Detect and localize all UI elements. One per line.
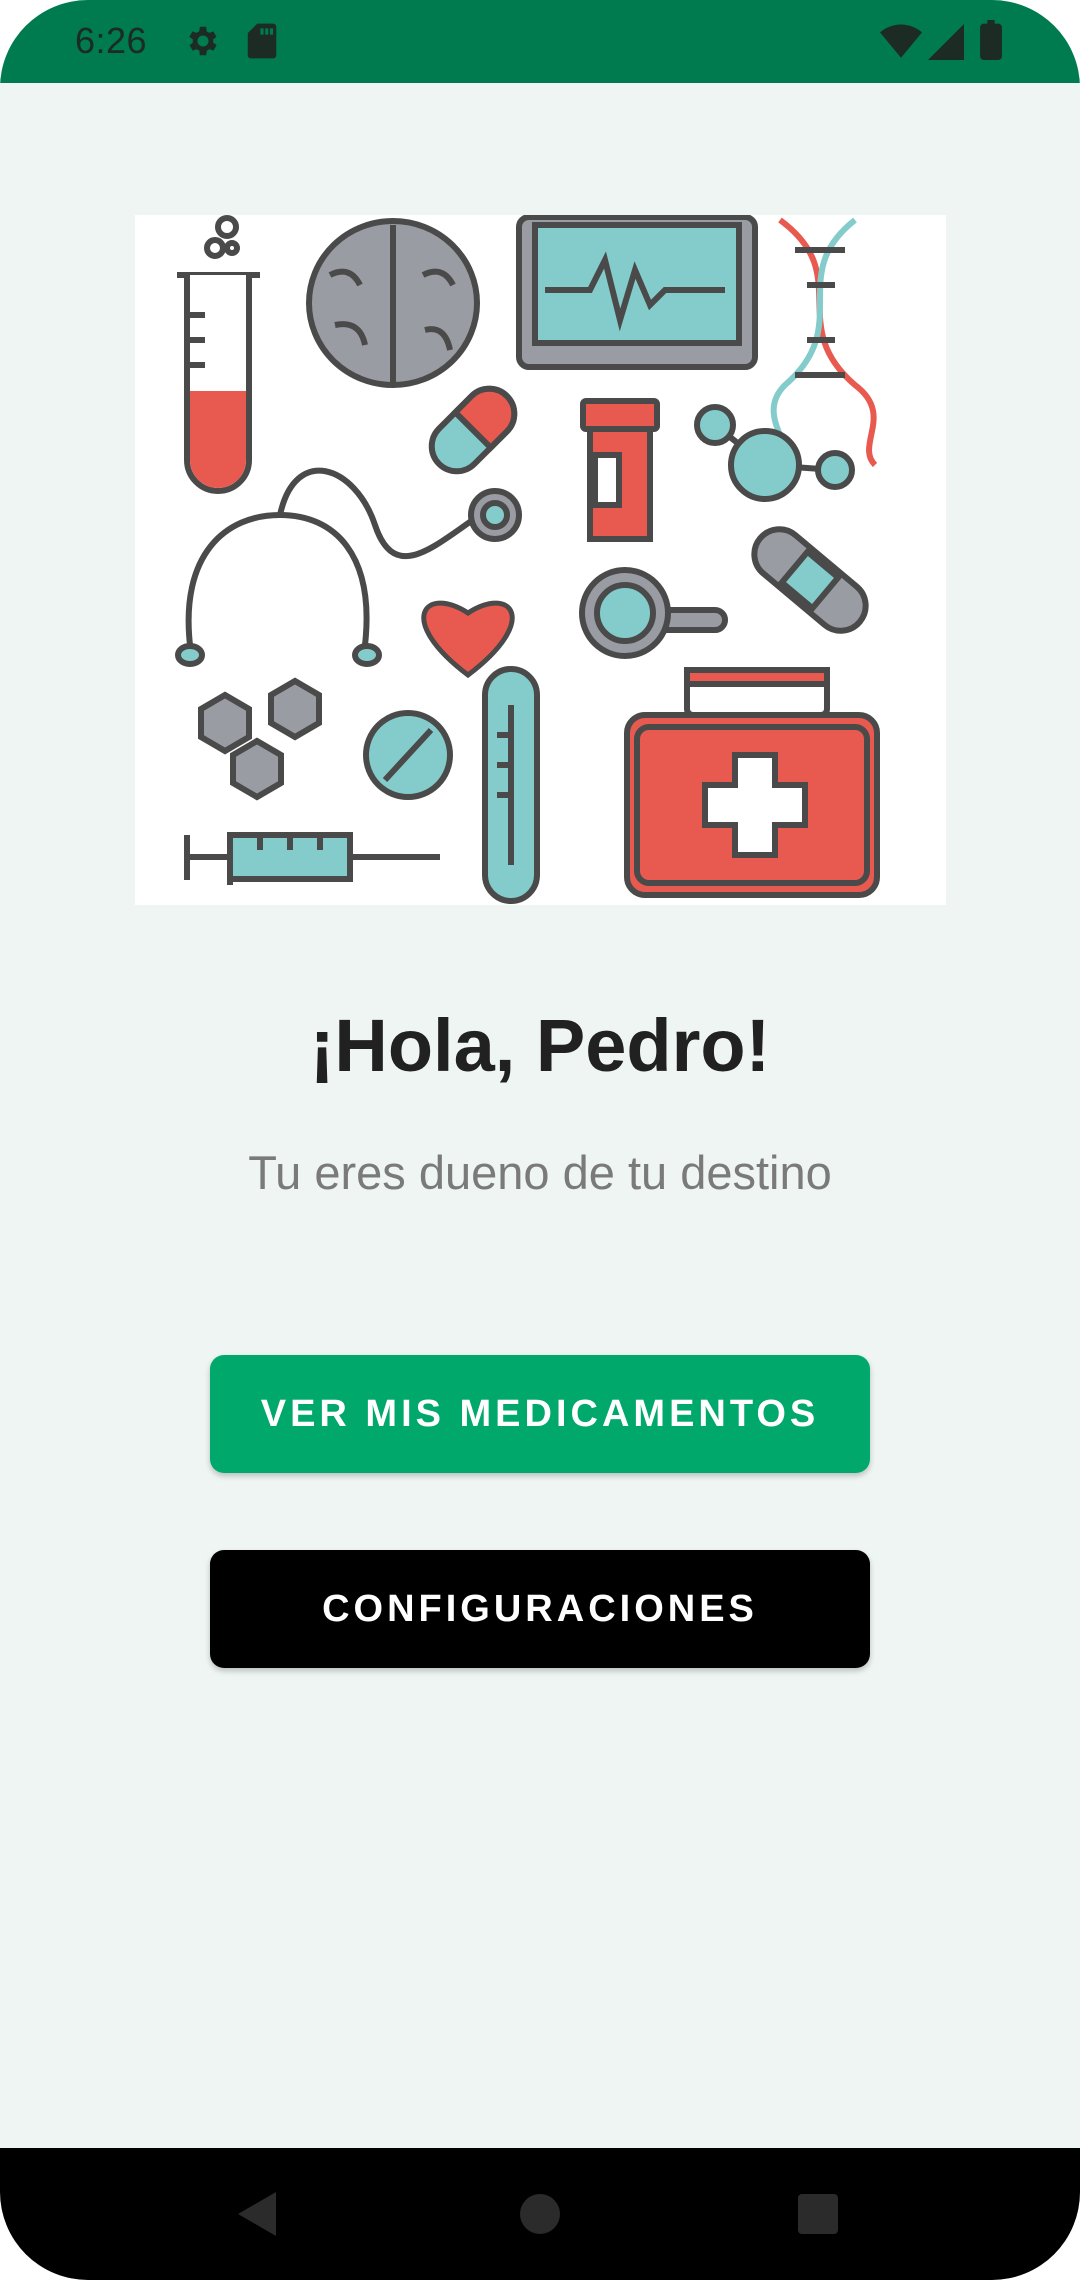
settings-gear-icon bbox=[184, 22, 222, 65]
pill-bottle-icon bbox=[580, 398, 660, 542]
phone-screen: 6:26 ¡Hola, Pedro! Tu eres dueno de tu d… bbox=[0, 0, 1080, 2280]
back-icon[interactable] bbox=[226, 2182, 290, 2246]
battery-icon bbox=[980, 20, 1002, 65]
heart-icon bbox=[421, 600, 515, 679]
round-pill-icon bbox=[363, 710, 453, 800]
home-icon[interactable] bbox=[508, 2182, 572, 2246]
test-tube-icon bbox=[177, 215, 260, 494]
syringe-icon bbox=[184, 832, 440, 885]
magnifier-icon bbox=[579, 567, 728, 659]
hexagons-icon bbox=[198, 677, 322, 801]
dna-icon bbox=[770, 217, 878, 468]
settings-button[interactable]: CONFIGURACIONES bbox=[210, 1550, 870, 1668]
monitor-icon bbox=[516, 214, 758, 370]
subtitle-text: Tu eres dueno de tu destino bbox=[248, 1146, 832, 1199]
navigation-bar bbox=[0, 2148, 1080, 2280]
bandage-icon bbox=[751, 526, 869, 634]
medical-icons-illustration bbox=[175, 214, 880, 904]
greeting-title: ¡Hola, Pedro! bbox=[309, 1004, 771, 1087]
view-medications-button[interactable]: VER MIS MEDICAMENTOS bbox=[210, 1355, 870, 1473]
brain-icon bbox=[306, 218, 480, 388]
first-aid-kit-icon bbox=[624, 667, 880, 898]
status-bar: 6:26 bbox=[0, 0, 1080, 83]
status-time: 6:26 bbox=[75, 20, 148, 61]
cellular-signal-icon bbox=[928, 24, 964, 65]
sd-card-icon bbox=[245, 22, 279, 65]
recents-icon[interactable] bbox=[786, 2182, 850, 2246]
medical-illustration bbox=[135, 214, 946, 905]
capsule-icon bbox=[428, 385, 518, 475]
wifi-icon bbox=[880, 24, 922, 65]
thermometer-icon bbox=[482, 666, 540, 904]
